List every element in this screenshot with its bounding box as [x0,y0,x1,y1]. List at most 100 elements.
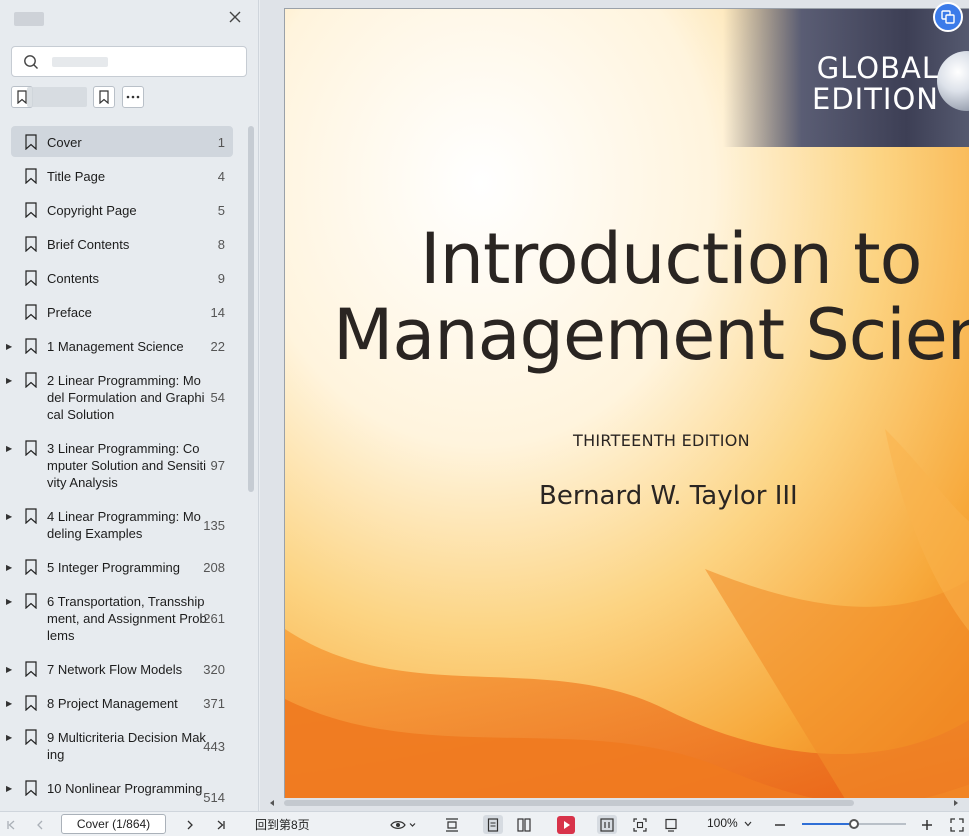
toc-item-chapter-5[interactable]: ▶ 5 Integer Programming 208 [6,552,233,582]
toc-item-chapter-9[interactable]: ▶ 9 Multicriteria Decision Making 443 [6,722,233,768]
toc-label: 4 Linear Programming: Modeling Examples [47,509,201,541]
author-name: Bernard W. Taylor III [539,481,798,511]
toc-item-contents[interactable]: Contents 9 [11,263,233,293]
previous-page-button[interactable] [33,815,47,834]
zoom-slider[interactable] [802,819,906,829]
toc-page-number: 514 [203,790,225,805]
last-page-button[interactable] [214,815,228,834]
toc-item-chapter-10[interactable]: ▶ 10 Nonlinear Programming 514 [6,773,233,811]
next-page-button[interactable] [183,815,197,834]
toc-page-number: 97 [210,458,225,473]
bookmark-button[interactable] [93,86,115,108]
chevron-left-icon [37,820,43,829]
search-placeholder-redacted [52,57,108,67]
toc-page-number: 443 [203,739,225,754]
continuous-scroll-button[interactable] [597,815,617,834]
bookmark-icon [25,168,37,184]
outline-list: Cover 1 Title Page 4 Copyright Page 5 Br… [0,124,259,811]
scroll-right-icon[interactable] [952,799,960,807]
fullscreen-button[interactable] [948,815,966,834]
scrollbar-thumb[interactable] [284,800,854,806]
toc-item-brief-contents[interactable]: Brief Contents 8 [11,229,233,259]
scroll-left-icon[interactable] [268,799,276,807]
bookmark-icon [25,661,37,677]
toc-item-preface[interactable]: Preface 14 [11,297,233,327]
slideshow-button[interactable] [556,815,576,834]
rotate-button[interactable] [663,815,679,834]
toc-label: 9 Multicriteria Decision Making [47,730,206,762]
expand-arrow-icon[interactable]: ▶ [6,598,14,606]
toc-label: 6 Transportation, Transshipment, and Ass… [47,594,207,643]
document-viewer: GLOBAL EDITION Introduction to Managemen… [260,0,969,811]
expand-arrow-icon[interactable]: ▶ [6,564,14,572]
outline-search-box[interactable] [11,46,247,77]
fit-width-button[interactable] [444,815,460,834]
return-to-page-link[interactable]: 回到第8页 [255,816,310,833]
toc-label: Contents [47,271,100,286]
bookmark-icon [25,202,37,218]
toc-label: 5 Integer Programming [47,560,180,575]
expand-arrow-icon[interactable]: ▶ [6,445,14,453]
fit-page-button[interactable] [631,815,649,834]
expand-arrow-icon[interactable]: ▶ [6,377,14,385]
toc-item-chapter-1[interactable]: ▶ 1 Management Science 22 [6,331,233,361]
toc-label: 1 Management Science [47,339,184,354]
toc-item-chapter-8[interactable]: ▶ 8 Project Management 371 [6,688,233,718]
chevron-right-icon [187,820,193,829]
fullscreen-icon [950,817,964,832]
more-dots-icon [126,95,140,99]
toc-item-chapter-2[interactable]: ▶ 2 Linear Programming: Model Formulatio… [6,365,233,429]
zoom-slider-handle[interactable] [849,819,859,829]
plus-icon [922,819,932,830]
horizontal-scrollbar[interactable] [268,797,968,809]
toc-item-chapter-7[interactable]: ▶ 7 Network Flow Models 320 [6,654,233,684]
book-title-line2: Management Science [333,294,969,376]
toc-page-number: 320 [203,662,225,677]
two-page-icon [517,817,531,832]
single-page-button[interactable] [483,815,503,834]
expand-arrow-icon[interactable]: ▶ [6,513,14,521]
toc-item-cover[interactable]: Cover 1 [11,126,233,157]
toc-item-chapter-6[interactable]: ▶ 6 Transportation, Transshipment, and A… [6,586,233,650]
floating-action-button[interactable] [933,2,963,32]
toc-page-number: 4 [217,169,225,184]
toc-item-chapter-3[interactable]: ▶ 3 Linear Programming: Computer Solutio… [6,433,233,497]
page-indicator[interactable]: Cover (1/864) [61,814,166,834]
expand-arrow-icon[interactable]: ▶ [6,343,14,351]
bookmark-icon [25,695,37,711]
single-page-icon [487,817,499,832]
bookmark-icon [25,236,37,252]
bookmark-icon [25,780,37,796]
toc-page-number: 14 [210,305,225,320]
translate-icon [941,10,955,24]
expand-arrow-icon[interactable]: ▶ [6,734,14,742]
bookmark-icon [25,304,37,320]
chevron-down-icon[interactable] [743,819,753,829]
zoom-level[interactable]: 100% [707,816,738,830]
expand-arrow-icon[interactable]: ▶ [6,666,14,674]
edition-label: THIRTEENTH EDITION [573,431,750,450]
toc-page-number: 54 [210,390,225,405]
zoom-in-button[interactable] [920,815,934,834]
eye-icon [390,820,416,829]
document-page: GLOBAL EDITION Introduction to Managemen… [284,8,969,798]
toc-item-chapter-4[interactable]: ▶ 4 Linear Programming: Modeling Example… [6,501,233,547]
sidebar-title-redacted [14,12,44,26]
toc-label: 2 Linear Programming: Model Formulation … [47,373,205,422]
bookmark-icon [25,134,37,150]
toc-item-copyright-page[interactable]: Copyright Page 5 [11,195,233,225]
expand-arrow-icon[interactable]: ▶ [6,785,14,793]
sidebar-scrollbar[interactable] [248,126,254,492]
toc-label: Cover [47,135,82,150]
more-options-button[interactable] [122,86,144,108]
continuous-icon [600,817,614,832]
close-sidebar-button[interactable] [226,9,244,27]
expand-arrow-icon[interactable]: ▶ [6,700,14,708]
toc-item-title-page[interactable]: Title Page 4 [11,161,233,191]
two-page-button[interactable] [515,815,533,834]
toc-page-number: 261 [203,611,225,626]
bookmark-icon [25,559,37,575]
read-mode-dropdown[interactable] [389,815,417,834]
zoom-out-button[interactable] [773,815,787,834]
first-page-button[interactable] [4,815,18,834]
